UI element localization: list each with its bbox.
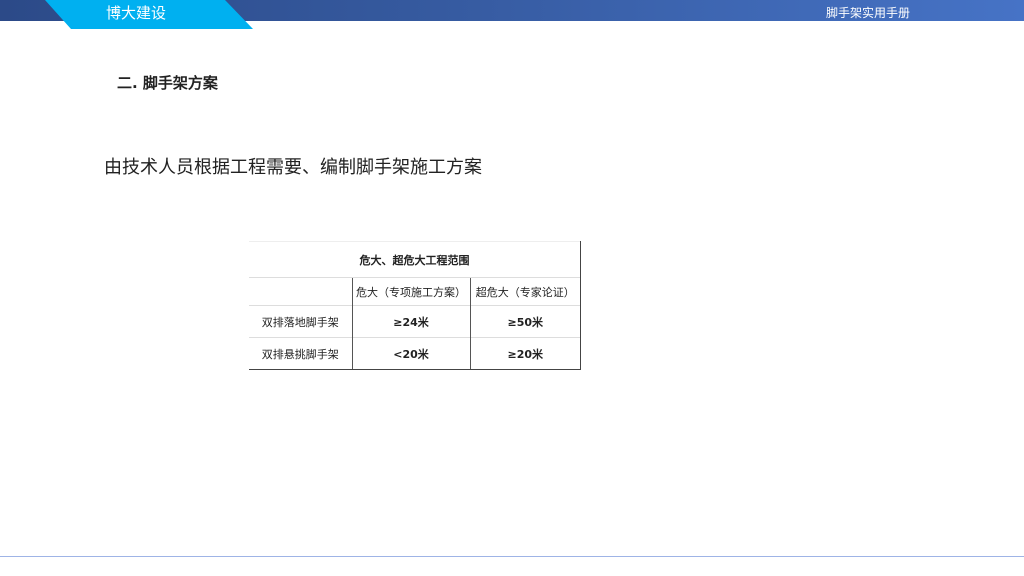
cell-danger: ≥24米	[351, 305, 470, 338]
column-header	[249, 277, 352, 306]
cell-type: 双排落地脚手架	[249, 305, 352, 338]
column-header: 超危大（专家论证）	[469, 277, 581, 306]
cell-super-danger: ≥20米	[469, 337, 581, 370]
table-title: 危大、超危大工程范围	[249, 241, 581, 278]
cell-type: 双排悬挑脚手架	[249, 337, 352, 370]
table-row: 双排悬挑脚手架 <20米 ≥20米	[249, 337, 581, 370]
scope-table: 危大、超危大工程范围 危大（专项施工方案） 超危大（专家论证） 双排落地脚手架 …	[249, 241, 581, 370]
description: 由技术人员根据工程需要、编制脚手架施工方案	[104, 157, 482, 178]
footer-divider	[0, 556, 1024, 557]
column-header: 危大（专项施工方案）	[351, 277, 470, 306]
table-row: 双排落地脚手架 ≥24米 ≥50米	[249, 305, 581, 338]
section-title: 二. 脚手架方案	[117, 74, 218, 92]
manual-title: 脚手架实用手册	[826, 6, 911, 20]
cell-super-danger: ≥50米	[469, 305, 581, 338]
cell-danger: <20米	[351, 337, 470, 370]
brand-name: 博大建设	[106, 4, 167, 22]
